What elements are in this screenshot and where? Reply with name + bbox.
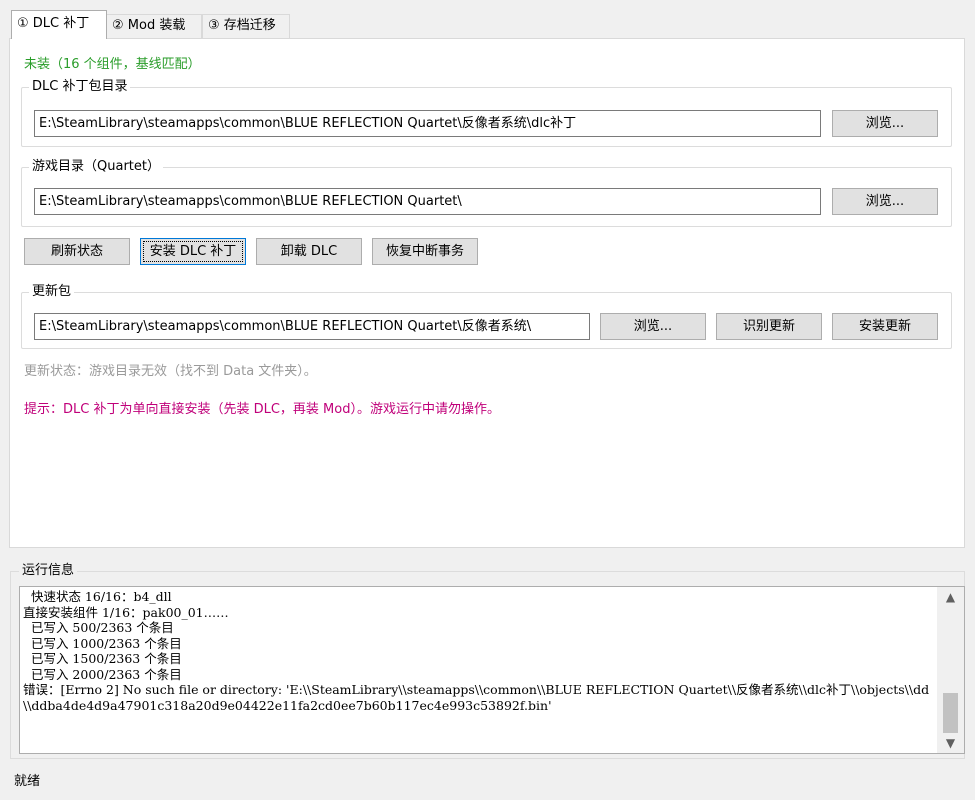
hint-text: 提示：DLC 补丁为单向直接安装（先装 DLC，再装 Mod）。游戏运行中请勿操…: [24, 402, 500, 417]
log-textarea[interactable]: 快速状态 16/16：b4_dll 直接安装组件 1/16：pak00_01………: [19, 586, 965, 754]
game-dir-label: 游戏目录（Quartet）: [29, 159, 163, 175]
scroll-thumb[interactable]: [943, 693, 958, 733]
statusbar-text: 就绪: [14, 774, 41, 789]
game-dir-browse-button[interactable]: 浏览...: [832, 188, 938, 215]
uninstall-dlc-button[interactable]: 卸载 DLC: [256, 238, 362, 265]
update-browse-button[interactable]: 浏览...: [600, 313, 706, 340]
recover-transaction-button[interactable]: 恢复中断事务: [372, 238, 478, 265]
dlc-dir-browse-button[interactable]: 浏览...: [832, 110, 938, 137]
tab-dlc-patch[interactable]: ① DLC 补丁: [11, 10, 107, 39]
tab-save-migration[interactable]: ③ 存档迁移: [202, 14, 290, 38]
update-status-text: 更新状态：游戏目录无效（找不到 Data 文件夹）。: [24, 364, 317, 379]
dlc-dir-label: DLC 补丁包目录: [29, 79, 131, 95]
refresh-status-button[interactable]: 刷新状态: [24, 238, 130, 265]
detect-update-button[interactable]: 识别更新: [716, 313, 822, 340]
game-dir-input[interactable]: E:\SteamLibrary\steamapps\common\BLUE RE…: [34, 188, 821, 215]
install-status-text: 未装（16 个组件，基线匹配）: [24, 57, 201, 72]
log-label: 运行信息: [19, 563, 78, 579]
dlc-dir-input[interactable]: E:\SteamLibrary\steamapps\common\BLUE RE…: [34, 110, 821, 137]
update-label: 更新包: [29, 284, 75, 300]
install-update-button[interactable]: 安装更新: [832, 313, 938, 340]
tab-mod-loader[interactable]: ② Mod 装载: [106, 14, 202, 38]
log-scrollbar[interactable]: ▲ ▼: [937, 587, 964, 753]
update-path-input[interactable]: E:\SteamLibrary\steamapps\common\BLUE RE…: [34, 313, 590, 340]
scroll-down-arrow-icon[interactable]: ▼: [937, 733, 964, 753]
install-dlc-button[interactable]: 安装 DLC 补丁: [140, 238, 246, 265]
log-content: 快速状态 16/16：b4_dll 直接安装组件 1/16：pak00_01………: [23, 589, 930, 713]
scroll-up-arrow-icon[interactable]: ▲: [937, 587, 964, 607]
